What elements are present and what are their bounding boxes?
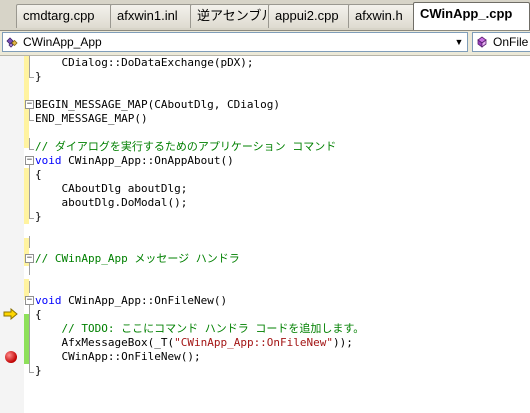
code-line: void CWinApp_App::OnFileNew() — [35, 294, 227, 308]
tab-afxwin1-inl[interactable]: afxwin1.inl — [110, 4, 192, 28]
comment-text: // TODO: ここにコマンド ハンドラ コードを追加します。 — [61, 322, 365, 335]
code-line: CAboutDlg aboutDlg; — [35, 182, 188, 196]
code-line: } — [35, 70, 42, 84]
code-line: { — [35, 168, 42, 182]
code-text: CWinApp_App::OnFileNew() — [61, 294, 228, 307]
tab-appui2-cpp[interactable]: appui2.cpp — [268, 4, 350, 28]
code-line: void CWinApp_App::OnAppAbout() — [35, 154, 234, 168]
document-tab-strip: cmdtarg.cpp afxwin1.inl 逆アセンブル appui2.cp… — [0, 0, 530, 31]
outline-line — [29, 263, 30, 275]
code-line: CWinApp::OnFileNew(); — [35, 350, 201, 364]
code-text: AfxMessageBox(_T( — [61, 336, 175, 349]
tab-afxwin-h[interactable]: afxwin.h — [348, 4, 416, 28]
tab-cwinapp-cpp[interactable]: CWinApp_.cpp — [413, 2, 530, 30]
outline-line — [29, 236, 30, 248]
collapse-toggle[interactable]: − — [25, 296, 34, 305]
code-text: } — [35, 364, 42, 377]
comment-text: // CWinApp_App メッセージ ハンドラ — [35, 252, 240, 265]
next-statement-arrow-icon — [3, 308, 18, 320]
keyword-text: void — [35, 294, 62, 307]
code-text: CAboutDlg aboutDlg; — [61, 182, 188, 195]
code-line: // TODO: ここにコマンド ハンドラ コードを追加します。 — [35, 322, 365, 336]
class-combo[interactable]: CWinApp_App ▼ — [2, 32, 468, 52]
code-line: { — [35, 308, 42, 322]
outline-end — [29, 120, 34, 121]
navigation-bar: CWinApp_App ▼ OnFile — [0, 31, 530, 56]
code-text: { — [35, 308, 42, 321]
outline-end — [29, 149, 34, 150]
outline-line — [29, 56, 30, 78]
code-line: END_MESSAGE_MAP() — [35, 112, 148, 126]
tab-label: CWinApp_.cpp — [420, 6, 513, 21]
collapse-toggle[interactable]: − — [25, 156, 34, 165]
breakpoint-icon[interactable] — [5, 351, 17, 363]
code-text: )); — [333, 336, 353, 349]
code-text: CDialog::DoDataExchange(pDX); — [61, 56, 254, 69]
outline-end — [29, 77, 34, 78]
code-text: CWinApp::OnFileNew(); — [61, 350, 201, 363]
code-line: // CWinApp_App メッセージ ハンドラ — [35, 252, 240, 266]
string-literal: "CWinApp_App::OnFileNew" — [174, 336, 334, 349]
code-line: aboutDlg.DoModal(); — [35, 196, 188, 210]
outline-line — [29, 281, 30, 293]
collapse-toggle[interactable]: − — [25, 254, 34, 263]
code-text: } — [35, 70, 42, 83]
code-text: BEGIN_MESSAGE_MAP(CAboutDlg, CDialog) — [35, 98, 281, 111]
code-line: // ダイアログを実行するためのアプリケーション コマンド — [35, 140, 336, 154]
code-text: CWinApp_App::OnAppAbout() — [61, 154, 234, 167]
tab-cmdtarg-cpp[interactable]: cmdtarg.cpp — [16, 4, 112, 28]
member-combo[interactable]: OnFile — [472, 32, 530, 52]
code-text: aboutDlg.DoModal(); — [61, 196, 188, 209]
code-line: } — [35, 210, 42, 224]
outline-line — [29, 165, 30, 218]
code-line: CDialog::DoDataExchange(pDX); — [35, 56, 254, 70]
keyword-text: void — [35, 154, 62, 167]
method-icon — [477, 36, 487, 48]
code-text: { — [35, 168, 42, 181]
comment-text: // ダイアログを実行するためのアプリケーション コマンド — [35, 140, 337, 153]
class-combo-value: CWinApp_App — [23, 35, 102, 49]
chevron-down-icon[interactable]: ▼ — [451, 33, 467, 51]
tab-label: appui2.cpp — [275, 8, 339, 23]
outline-end — [29, 218, 34, 219]
outline-line — [29, 305, 30, 372]
collapse-toggle[interactable]: − — [25, 100, 34, 109]
tab-label: afxwin1.inl — [117, 8, 178, 23]
code-text: END_MESSAGE_MAP() — [35, 112, 148, 125]
code-line: BEGIN_MESSAGE_MAP(CAboutDlg, CDialog) — [35, 98, 280, 112]
tab-label: afxwin.h — [355, 8, 403, 23]
code-line: AfxMessageBox(_T("CWinApp_App::OnFileNew… — [35, 336, 353, 350]
tab-label: 逆アセンブル — [197, 8, 270, 23]
code-text: } — [35, 210, 42, 223]
code-editor[interactable]: − − − − CDialog::DoDataExchange(pDX); } … — [0, 56, 530, 413]
code-line: } — [35, 364, 42, 378]
class-icon — [6, 37, 18, 48]
outline-end — [29, 372, 34, 373]
tab-disassembly[interactable]: 逆アセンブル — [190, 4, 270, 28]
tab-label: cmdtarg.cpp — [23, 8, 95, 23]
member-combo-value: OnFile — [493, 35, 529, 49]
